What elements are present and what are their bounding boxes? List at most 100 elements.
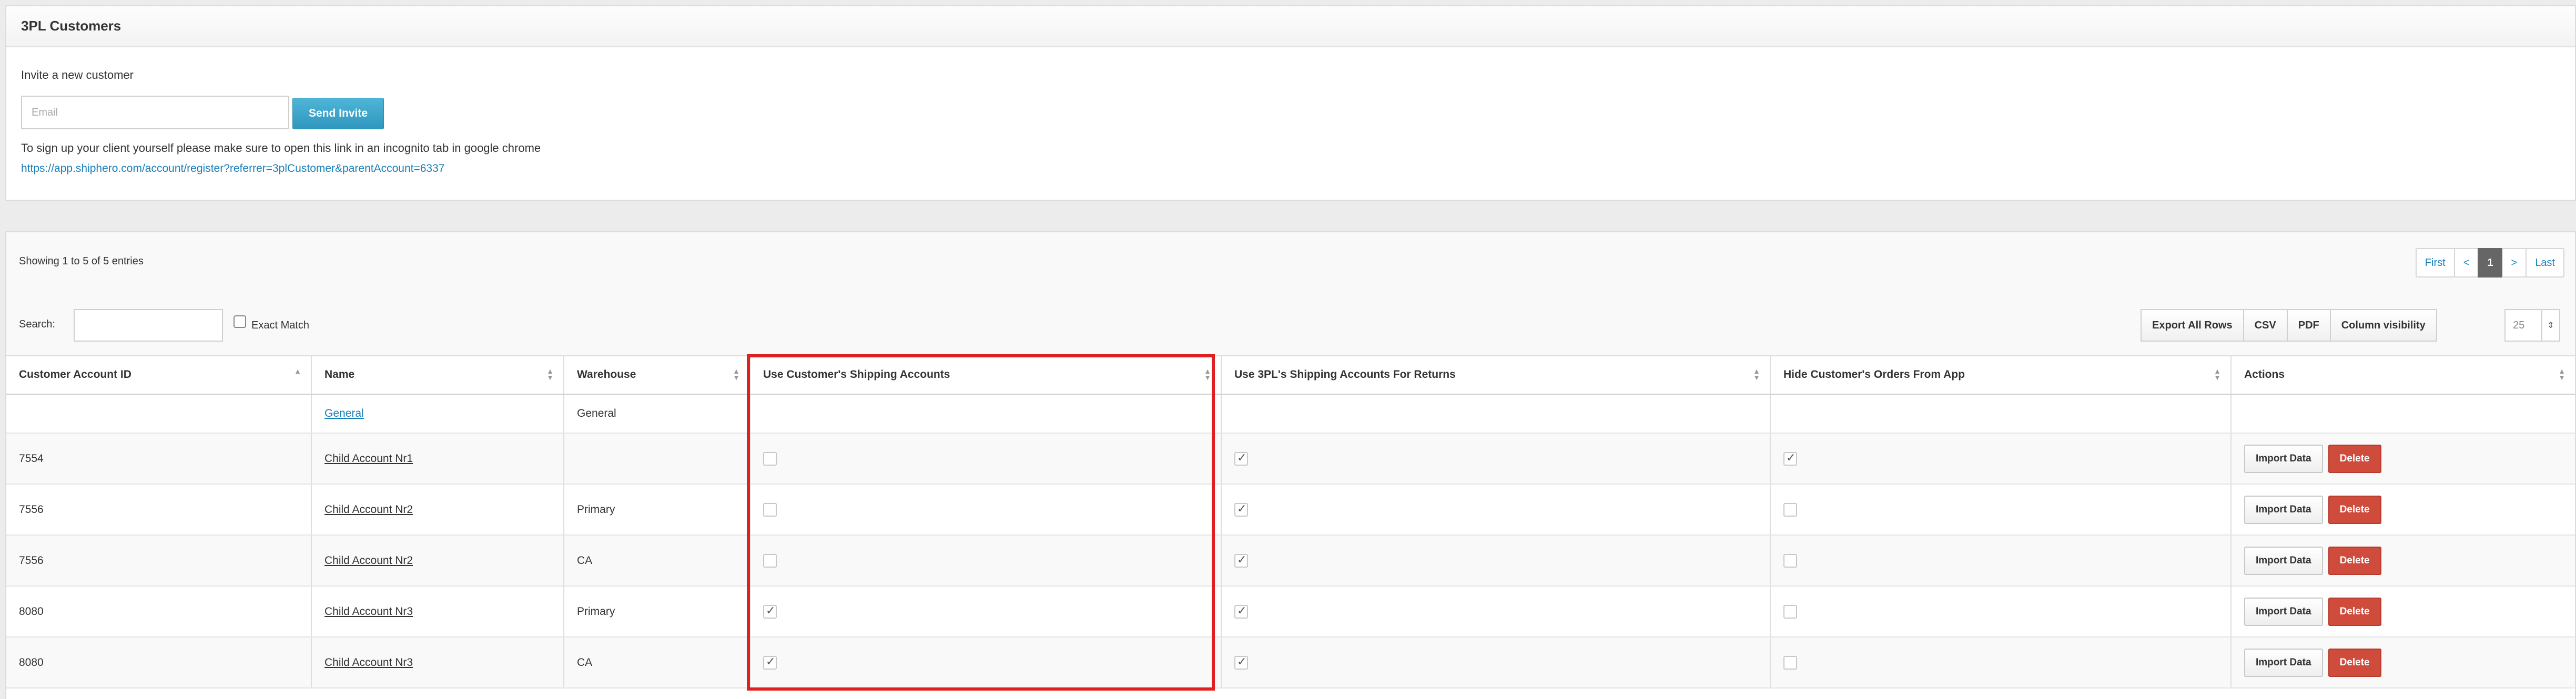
cell-warehouse: General [564,394,751,434]
cell-hide-orders [1770,535,2232,587]
account-name-link[interactable]: General [324,407,364,419]
export-all-rows-button[interactable]: Export All Rows [2141,309,2244,342]
cell-use-customer-shipping [750,484,1222,536]
column-visibility-button[interactable]: Column visibility [2329,309,2437,342]
cell-warehouse: CA [564,637,751,688]
signup-note: To sign up your client yourself please m… [21,141,541,155]
account-name-link[interactable]: Child Account Nr1 [324,453,413,465]
hide-orders-checkbox[interactable] [1783,451,1797,466]
delete-button[interactable]: Delete [2328,597,2381,626]
sort-icon: ▲ ▼ [2558,367,2565,382]
customers-table: Customer Account ID ▲ Name ▲ ▼ Warehouse ▲ ▼ … [6,355,2575,688]
page-first-button[interactable]: First [2415,248,2455,277]
email-input[interactable] [21,96,289,129]
column-header-name[interactable]: Name ▲ ▼ [311,355,564,395]
use-3pl-returns-checkbox[interactable] [1234,655,1248,670]
column-header-warehouse[interactable]: Warehouse ▲ ▼ [564,355,751,395]
cell-use-customer-shipping [750,433,1222,485]
warehouse: CA [577,554,593,567]
table-toolbar: Search: Exact Match Export All Rows CSV … [6,294,2575,356]
delete-button[interactable]: Delete [2328,648,2381,677]
cell-use-customer-shipping [750,535,1222,587]
import-data-button[interactable]: Import Data [2244,495,2323,524]
account-id: 8080 [19,605,44,618]
use-customer-shipping-checkbox[interactable] [763,553,777,568]
sort-icon: ▲ ▼ [546,367,554,382]
page-next-button[interactable]: > [2501,248,2527,277]
cell-actions: Import Data Delete [2231,484,2575,536]
page-1-button[interactable]: 1 [2478,248,2503,277]
send-invite-button[interactable]: Send Invite [292,98,384,129]
column-header-use-3pl-shipping-returns[interactable]: Use 3PL's Shipping Accounts For Returns ▲… [1221,355,1771,395]
use-3pl-returns-checkbox[interactable] [1234,502,1248,517]
signup-link[interactable]: https://app.shiphero.com/account/registe… [21,162,444,175]
search-label: Search: [19,318,55,330]
cell-use-3pl-returns [1221,637,1771,688]
delete-button[interactable]: Delete [2328,495,2381,524]
cell-name: Child Account Nr3 [311,586,564,638]
sort-icon: ▲ ▼ [2214,367,2221,382]
cell-actions: Import Data Delete [2231,535,2575,587]
cell-actions: Import Data Delete [2231,433,2575,485]
cell-use-3pl-returns [1221,535,1771,587]
column-header-actions[interactable]: Actions ▲ ▼ [2231,355,2575,395]
cell-account-id: 7556 [6,484,312,536]
column-label: Customer Account ID [19,368,131,381]
exact-match-checkbox[interactable] [234,315,246,328]
column-header-customer-account-id[interactable]: Customer Account ID ▲ [6,355,312,395]
hide-orders-checkbox[interactable] [1783,502,1797,517]
table-row: General General [6,394,2575,434]
use-3pl-returns-checkbox[interactable] [1234,451,1248,466]
cell-hide-orders [1770,484,2232,536]
import-data-button[interactable]: Import Data [2244,597,2323,626]
account-name-link[interactable]: Child Account Nr2 [324,503,413,516]
column-header-hide-customer-orders[interactable]: Hide Customer's Orders From App ▲ ▼ [1770,355,2232,395]
cell-name: Child Account Nr2 [311,535,564,587]
cell-name: Child Account Nr3 [311,637,564,688]
cell-use-customer-shipping [750,394,1222,434]
cell-use-3pl-returns [1221,433,1771,485]
cell-hide-orders [1770,433,2232,485]
updown-arrow-icon: ⇕ [2541,310,2559,341]
cell-hide-orders [1770,637,2232,688]
invite-panel: 3PL Customers Invite a new customer Send… [5,5,2576,201]
cell-warehouse: Primary [564,484,751,536]
column-label: Name [324,368,355,381]
account-name-link[interactable]: Child Account Nr2 [324,554,413,567]
cell-actions: Import Data Delete [2231,637,2575,688]
account-id: 7556 [19,554,44,567]
cell-account-id: 7554 [6,433,312,485]
search-input[interactable] [74,309,223,342]
import-data-button[interactable]: Import Data [2244,444,2323,473]
invite-label: Invite a new customer [21,68,134,81]
sort-icon: ▲ ▼ [1204,367,1211,382]
column-header-use-customer-shipping[interactable]: Use Customer's Shipping Accounts ▲ ▼ [750,355,1222,395]
cell-warehouse: CA [564,535,751,587]
page-last-button[interactable]: Last [2526,248,2564,277]
use-3pl-returns-checkbox[interactable] [1234,553,1248,568]
import-data-button[interactable]: Import Data [2244,546,2323,575]
export-button-group: Export All Rows CSV PDF Column visibilit… [2141,309,2437,342]
delete-button[interactable]: Delete [2328,546,2381,575]
cell-account-id: 8080 [6,637,312,688]
use-customer-shipping-checkbox[interactable] [763,502,777,517]
import-data-button[interactable]: Import Data [2244,648,2323,677]
warehouse: CA [577,656,593,669]
page-size-value: 25 [2513,319,2525,331]
cell-warehouse [564,433,751,485]
csv-button[interactable]: CSV [2243,309,2288,342]
page-size-select[interactable]: 25 ⇕ [2504,309,2560,342]
table-info-bar: Showing 1 to 5 of 5 entries First < 1 > … [6,232,2575,295]
delete-button[interactable]: Delete [2328,444,2381,473]
use-customer-shipping-checkbox[interactable] [763,604,777,619]
use-customer-shipping-checkbox[interactable] [763,655,777,670]
page-prev-button[interactable]: < [2453,248,2479,277]
hide-orders-checkbox[interactable] [1783,604,1797,619]
account-name-link[interactable]: Child Account Nr3 [324,605,413,618]
use-3pl-returns-checkbox[interactable] [1234,604,1248,619]
pdf-button[interactable]: PDF [2286,309,2331,342]
use-customer-shipping-checkbox[interactable] [763,451,777,466]
hide-orders-checkbox[interactable] [1783,655,1797,670]
hide-orders-checkbox[interactable] [1783,553,1797,568]
account-name-link[interactable]: Child Account Nr3 [324,656,413,669]
